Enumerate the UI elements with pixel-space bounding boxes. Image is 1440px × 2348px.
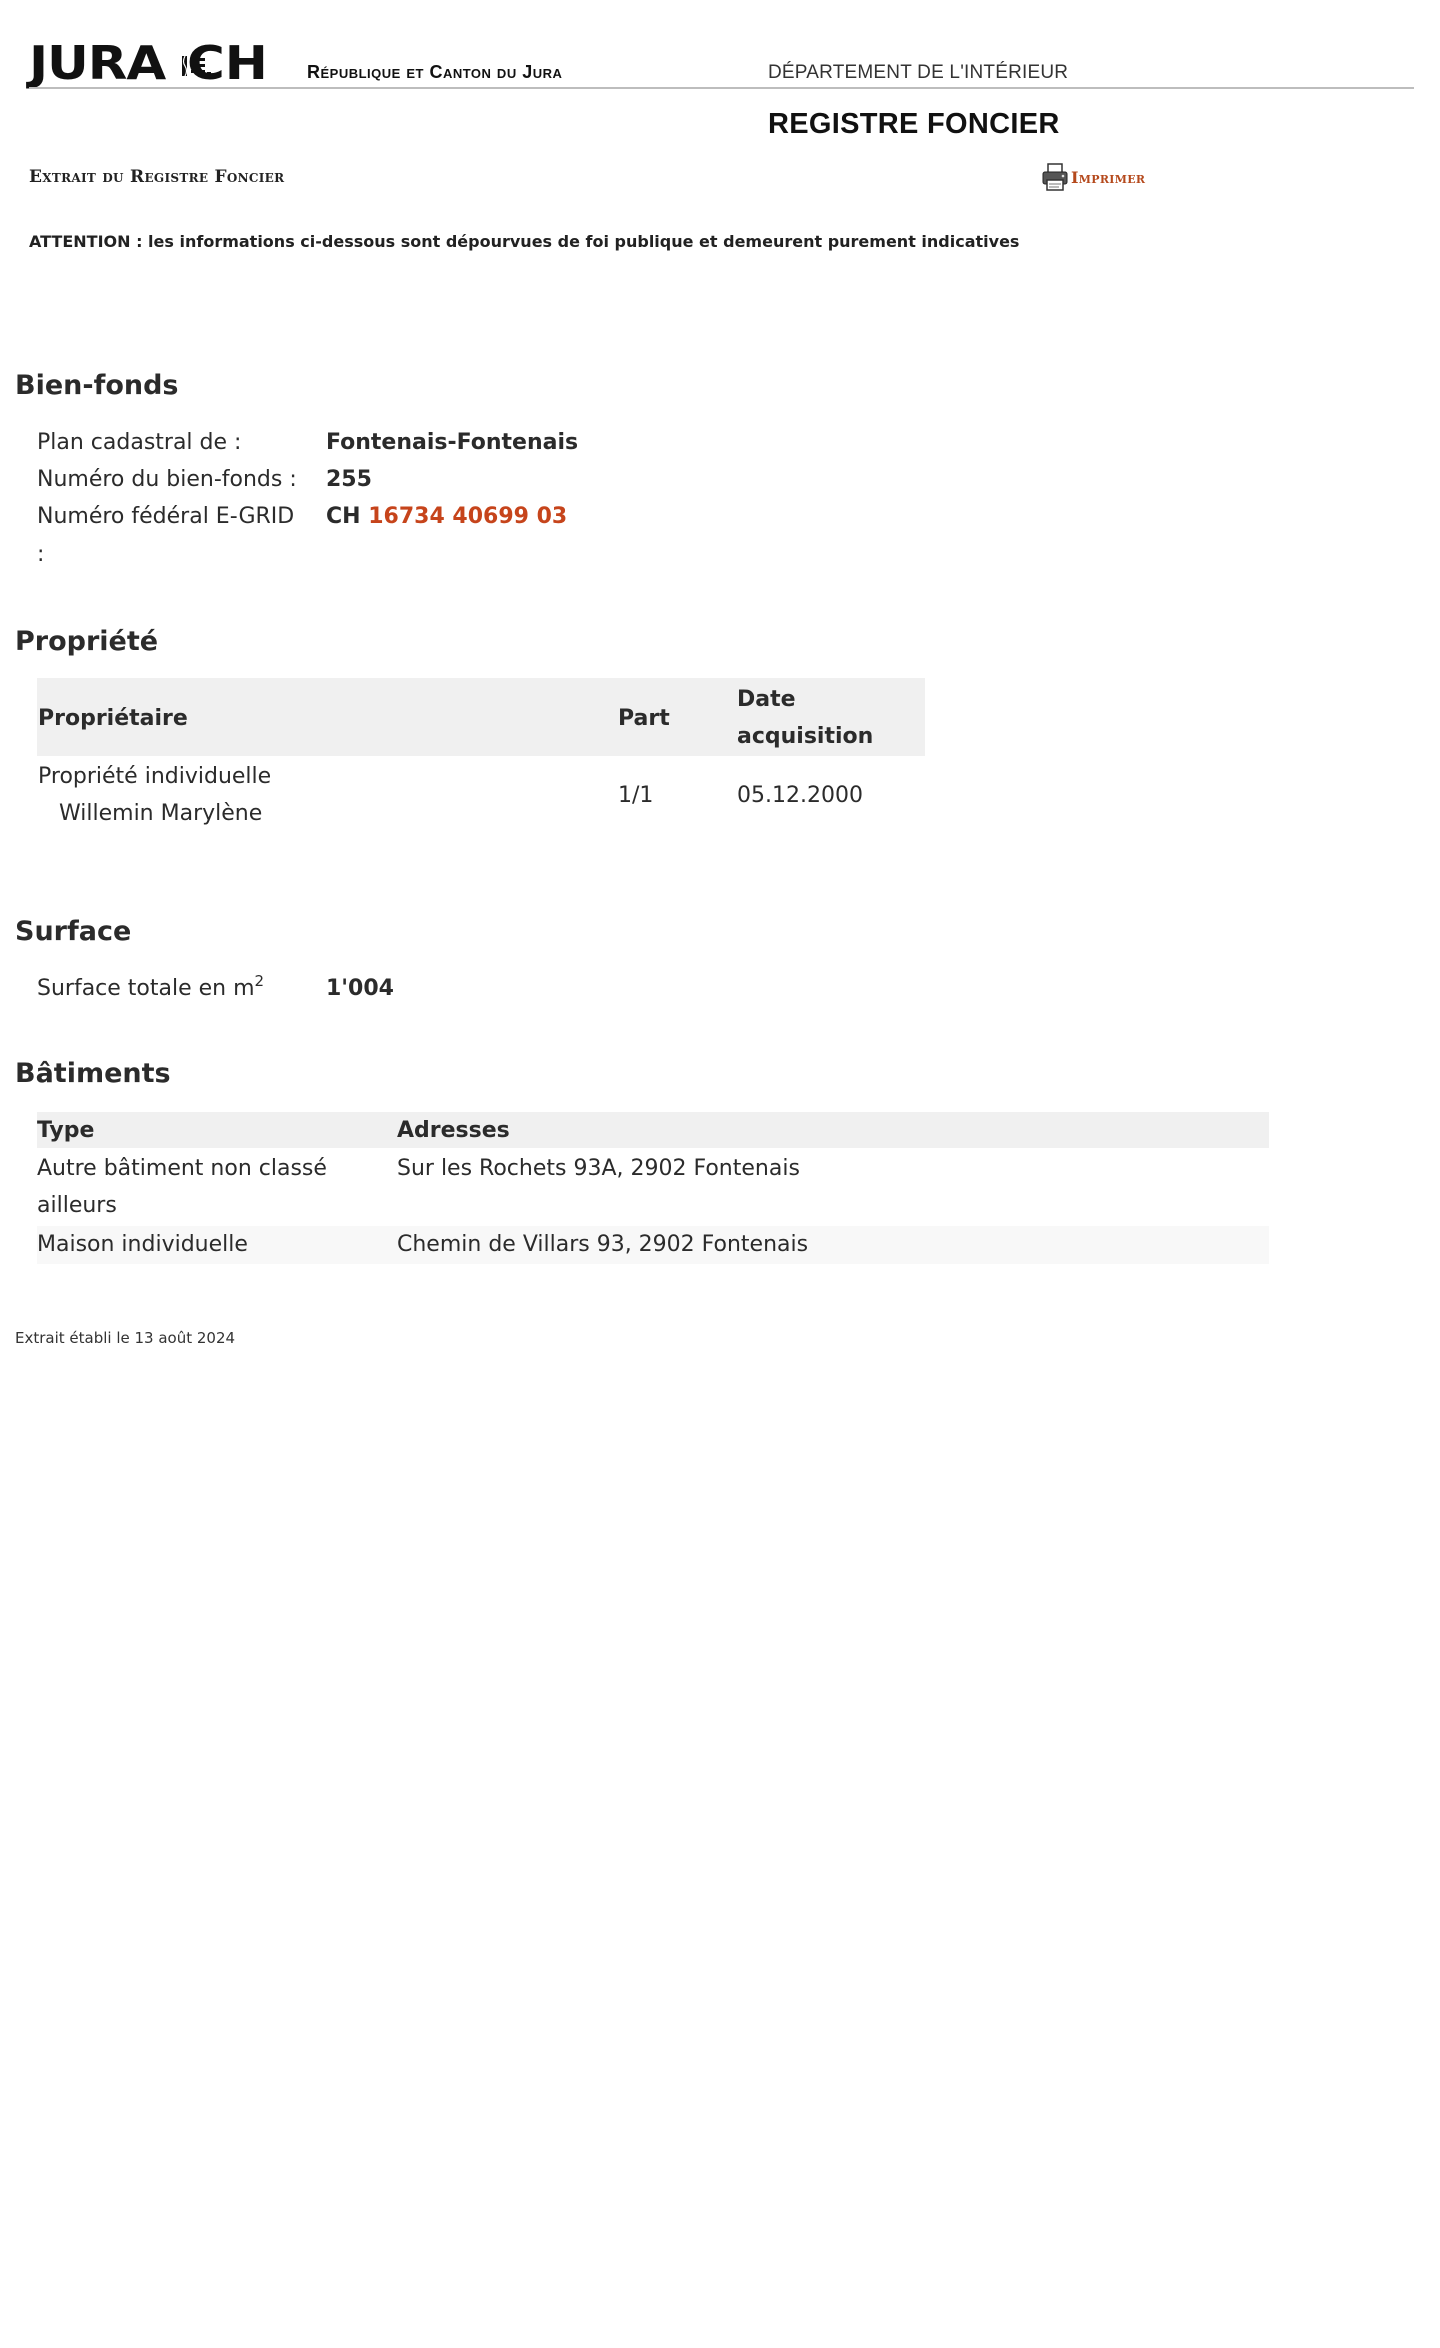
building-type: Maison individuelle [37, 1232, 248, 1257]
print-button[interactable]: Imprimer [1040, 162, 1145, 192]
ownership-type: Propriété individuelle [38, 764, 272, 789]
egrid-label: Numéro fédéral E-GRID [37, 504, 295, 529]
building-type-line1: Autre bâtiment non classé [37, 1156, 327, 1181]
owner-part: 1/1 [618, 783, 654, 808]
col-adresses: Adresses [397, 1118, 510, 1143]
egrid-prefix: CH [326, 504, 361, 529]
surface-label-sup: 2 [254, 972, 265, 990]
owner-name: Willemin Marylène [59, 801, 263, 826]
acquisition-date: 05.12.2000 [737, 783, 863, 808]
republique-label: République et Canton du Jura [307, 62, 563, 82]
attention-notice: ATTENTION : les informations ci-dessous … [29, 232, 1020, 251]
departement-label: DÉPARTEMENT DE L'INTÉRIEUR [768, 62, 1069, 83]
registre-title: REGISTRE FONCIER [768, 108, 1060, 140]
section-title-propriete: Propriété [15, 626, 159, 657]
section-title-batiments: Bâtiments [15, 1058, 171, 1089]
page-title: Extrait du Registre Foncier [29, 167, 285, 187]
col-type: Type [37, 1118, 95, 1143]
section-title-bienfonds: Bien-fonds [15, 370, 179, 401]
header-divider [29, 87, 1414, 89]
section-title-surface: Surface [15, 916, 132, 947]
extract-date: Extrait établi le 13 août 2024 [15, 1329, 236, 1347]
surface-value: 1'004 [326, 976, 394, 1001]
surface-label: Surface totale en m2 [37, 970, 264, 1007]
print-label: Imprimer [1071, 167, 1146, 187]
col-date-line1: Date [737, 687, 796, 712]
egrid-label-colon: : [37, 542, 45, 567]
logo-word: JURA [29, 36, 166, 90]
col-part: Part [618, 706, 670, 731]
col-proprietaire: Propriétaire [38, 706, 188, 731]
egrid-value: CH 16734 40699 03 [326, 498, 567, 535]
egrid-number: 16734 40699 03 [368, 504, 568, 529]
building-type-line2: ailleurs [37, 1193, 117, 1218]
logo-ch: CH [186, 36, 268, 90]
building-address: Sur les Rochets 93A, 2902 Fontenais [397, 1156, 800, 1181]
building-address: Chemin de Villars 93, 2902 Fontenais [397, 1232, 809, 1257]
plan-value: Fontenais-Fontenais [326, 430, 579, 455]
batiments-table-header [37, 1112, 1269, 1148]
plan-label: Plan cadastral de : [37, 430, 242, 455]
printer-icon [1042, 163, 1068, 191]
col-date-line2: acquisition [737, 724, 874, 749]
numero-value: 255 [326, 467, 372, 492]
jura-logo: JURA CH [29, 34, 267, 90]
surface-label-text: Surface totale en m [37, 976, 255, 1001]
numero-label: Numéro du bien-fonds : [37, 467, 297, 492]
